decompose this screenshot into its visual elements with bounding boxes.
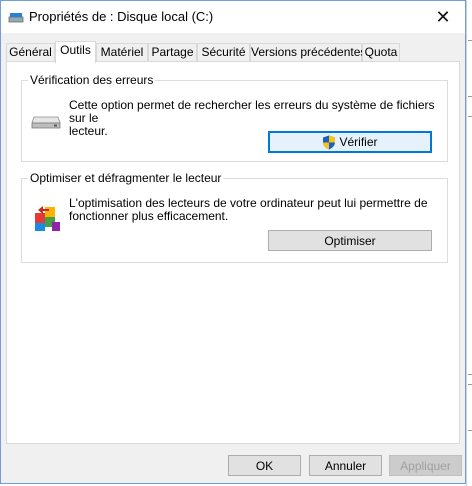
optimize-description: L'optimisation des lecteurs de votre ord… bbox=[69, 197, 441, 223]
drive-icon bbox=[8, 13, 24, 23]
edge-mark bbox=[468, 430, 472, 431]
error-check-description-line1: Cette option permet de rechercher les er… bbox=[69, 98, 435, 125]
defrag-icon bbox=[35, 206, 60, 231]
group-title-error-check: Vérification des erreurs bbox=[28, 73, 156, 87]
optimize-description-line2: fonctionner plus efficacement. bbox=[69, 209, 229, 223]
ok-button[interactable]: OK bbox=[228, 455, 301, 476]
edge-mark bbox=[468, 374, 472, 375]
tab-versions-precedentes[interactable]: Versions précédentes bbox=[250, 43, 366, 62]
tab-partage[interactable]: Partage bbox=[148, 43, 197, 62]
hard-drive-icon bbox=[31, 116, 61, 129]
close-button[interactable]: ✕ bbox=[421, 1, 465, 33]
properties-window: Propriétés de : Disque local (C:) ✕ Géné… bbox=[0, 0, 466, 484]
verify-button-label: Vérifier bbox=[339, 135, 378, 149]
cancel-button[interactable]: Annuler bbox=[309, 455, 382, 476]
group-optimize: Optimiser et défragmenter le lecteur L'o… bbox=[21, 171, 448, 263]
uac-shield-icon bbox=[323, 135, 336, 149]
background-window-edge bbox=[466, 0, 472, 486]
window-title: Propriétés de : Disque local (C:) bbox=[29, 9, 214, 24]
edge-mark bbox=[468, 40, 472, 41]
title-bar[interactable]: Propriétés de : Disque local (C:) ✕ bbox=[1, 1, 465, 33]
tab-panel-outils: Vérification des erreurs Cette option pe… bbox=[6, 61, 460, 444]
tab-materiel[interactable]: Matériel bbox=[96, 43, 148, 62]
close-icon: ✕ bbox=[435, 6, 451, 27]
edge-mark bbox=[468, 116, 472, 117]
optimize-button[interactable]: Optimiser bbox=[268, 230, 432, 251]
group-title-optimize: Optimiser et défragmenter le lecteur bbox=[28, 171, 224, 185]
tab-securite[interactable]: Sécurité bbox=[197, 43, 250, 62]
tab-general[interactable]: Général bbox=[6, 43, 55, 62]
edge-mark bbox=[468, 96, 472, 97]
tab-outils[interactable]: Outils bbox=[55, 41, 96, 63]
apply-button[interactable]: Appliquer bbox=[389, 455, 462, 476]
verify-button[interactable]: Vérifier bbox=[268, 131, 432, 153]
edge-mark bbox=[468, 384, 472, 385]
tab-quota[interactable]: Quota bbox=[362, 43, 400, 62]
group-error-check: Vérification des erreurs Cette option pe… bbox=[21, 73, 448, 162]
